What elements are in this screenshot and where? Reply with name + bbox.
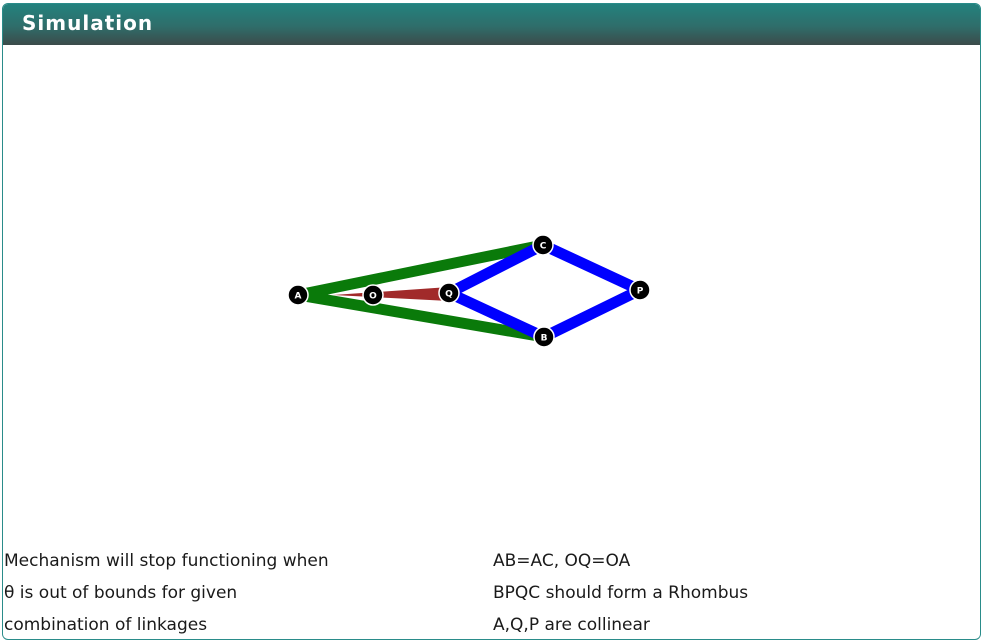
joint-o[interactable]: O [362,284,384,306]
note-left-line-2: θ is out of bounds for given [4,583,238,603]
panel-title: Simulation [22,11,154,35]
link-ac [292,239,549,301]
note-right-line-2: BPQC should form a Rhombus [493,583,749,603]
joint-c[interactable]: C [532,234,554,256]
joint-q[interactable]: Q [438,282,460,304]
simulation-panel: Simulation A O Q C B P Mechanism will st… [2,3,981,640]
joint-a[interactable]: A [287,284,309,306]
joint-q-label: Q [445,290,453,300]
note-right-line-3: A,Q,P are collinear [493,615,650,635]
joint-b-label: B [541,334,548,344]
simulation-canvas[interactable]: A O Q C B P [3,45,980,535]
note-left-line-3: combination of linkages [4,615,208,635]
panel-header: Simulation [3,4,980,45]
note-right-line-1: AB=AC, OQ=OA [493,551,631,571]
joint-a-label: A [295,292,302,302]
joint-o-label: O [369,292,377,302]
link-cp [537,239,646,296]
joint-p-label: P [637,287,644,297]
note-left-line-1: Mechanism will stop functioning when [4,551,329,571]
link-bp [538,284,646,343]
joint-c-label: C [540,242,547,252]
joint-p[interactable]: P [629,279,651,301]
joint-b[interactable]: B [533,326,555,348]
